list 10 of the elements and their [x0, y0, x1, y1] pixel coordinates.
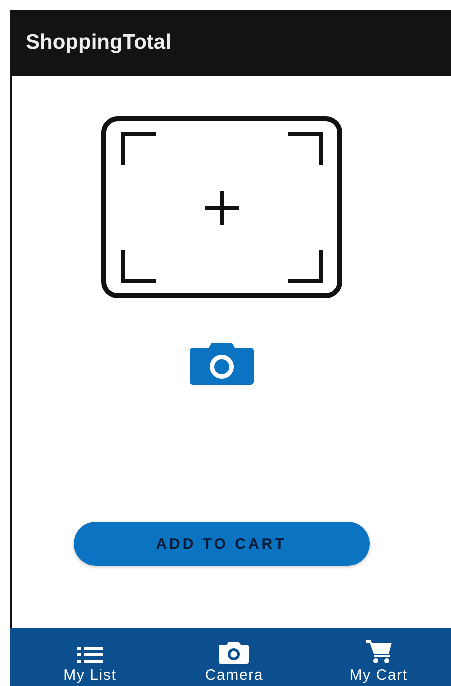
list-icon [77, 646, 104, 664]
nav-item[interactable]: Camera [189, 642, 280, 686]
nav-item[interactable]: My List [45, 646, 136, 686]
cart-icon [366, 640, 392, 664]
nav-item[interactable]: My Cart [334, 640, 424, 686]
camera-icon [219, 642, 250, 664]
camera-icon[interactable] [190, 343, 254, 385]
app-title: ShoppingTotal [26, 31, 172, 55]
scan-frame-icon [100, 116, 342, 299]
add-to-cart-button[interactable]: ADD TO CART [74, 522, 370, 566]
